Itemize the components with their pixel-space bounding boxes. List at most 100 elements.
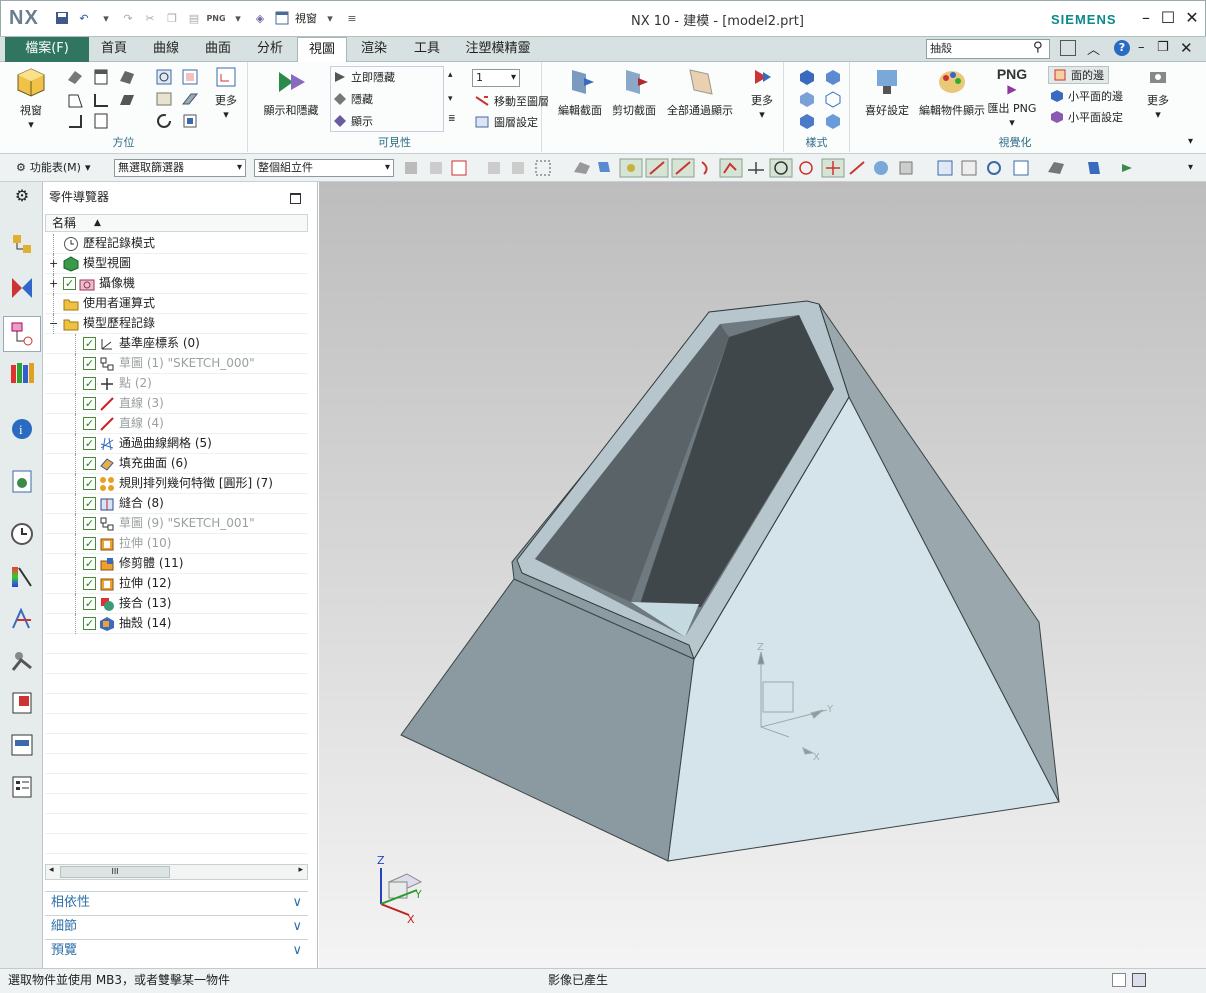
horizontal-scrollbar[interactable]: ◂ III ▸ bbox=[45, 864, 308, 880]
tree-row[interactable]: ✓ 直線 (4) bbox=[45, 414, 308, 434]
roles-icon[interactable] bbox=[9, 648, 35, 674]
orient-more-button[interactable]: 更多 ▾ bbox=[204, 66, 248, 121]
tree-row[interactable]: + 模型視圖 bbox=[45, 254, 308, 274]
tree-row[interactable]: ✓ 直線 (3) bbox=[45, 394, 308, 414]
show-item[interactable]: 顯示 bbox=[333, 112, 373, 130]
clip-section-button[interactable]: 剪切截面 bbox=[608, 66, 660, 118]
system-scene-icon[interactable] bbox=[9, 732, 35, 758]
collapse-ribbon-icon[interactable]: ︿ bbox=[1087, 39, 1100, 58]
menu-button[interactable]: ⚙ 功能表(M) ▾ bbox=[16, 159, 90, 175]
visualize-more-button[interactable]: 更多 ▾ bbox=[1138, 66, 1178, 121]
tree-row[interactable]: ✓ 草圖 (1) "SKETCH_000" bbox=[45, 354, 308, 374]
scroll-left-icon[interactable]: ◂ bbox=[49, 865, 54, 875]
navigator-maximize-icon[interactable] bbox=[290, 193, 301, 204]
tree-row[interactable]: ✓ 草圖 (9) "SKETCH_001" bbox=[45, 514, 308, 534]
orient-left-icon[interactable] bbox=[92, 91, 110, 109]
visibility-checkbox[interactable]: ✓ bbox=[83, 537, 96, 550]
tree-row[interactable]: ✓ 拉伸 (10) bbox=[45, 534, 308, 554]
doc-close-icon[interactable]: ✕ bbox=[1180, 39, 1193, 57]
orient-back-icon[interactable] bbox=[92, 112, 110, 130]
tree-row[interactable]: ✓ 接合 (13) bbox=[45, 594, 308, 614]
png-export-icon[interactable]: PNG bbox=[206, 9, 225, 27]
tab-render[interactable]: 渲染 bbox=[352, 37, 396, 62]
pan-icon[interactable] bbox=[155, 90, 173, 108]
wireframe-icon[interactable] bbox=[798, 90, 816, 108]
window-icon[interactable] bbox=[273, 9, 291, 27]
tree-row[interactable]: ✓ 修剪體 (11) bbox=[45, 554, 308, 574]
name-column-header[interactable]: 名稱 ▲ bbox=[45, 214, 308, 232]
tab-view[interactable]: 視圖 bbox=[297, 37, 347, 63]
tree-row[interactable]: ✓ 通過曲線網格 (5) bbox=[45, 434, 308, 454]
expand-toggle-icon[interactable]: + bbox=[49, 274, 58, 293]
edit-object-display-button[interactable]: 編輯物件顯示 bbox=[916, 66, 988, 118]
orient-bottom-icon[interactable] bbox=[66, 112, 84, 130]
tab-curve[interactable]: 曲線 bbox=[144, 37, 188, 62]
status-selection-icon[interactable] bbox=[1112, 973, 1126, 987]
zoom-icon[interactable] bbox=[181, 90, 199, 108]
save-icon[interactable] bbox=[53, 9, 71, 27]
info-icon[interactable]: i bbox=[9, 414, 35, 440]
visibility-checkbox[interactable]: ✓ bbox=[83, 437, 96, 450]
type-filter-select[interactable]: 無選取篩選器 bbox=[114, 159, 246, 177]
toolbar-options-icon[interactable]: ▾ bbox=[1188, 162, 1193, 173]
move-to-layer-button[interactable]: 移動至圖層 bbox=[474, 92, 549, 110]
part-navigator-tab[interactable] bbox=[3, 316, 41, 352]
face-edges-toggle[interactable]: 面的邊 bbox=[1048, 66, 1109, 84]
undo-dropdown-icon[interactable]: ▾ bbox=[97, 9, 115, 27]
orient-right-icon[interactable] bbox=[118, 91, 136, 109]
full-screen-icon[interactable] bbox=[1060, 40, 1076, 56]
qat-dropdown-icon[interactable]: ▾ bbox=[229, 9, 247, 27]
preferences-button[interactable]: 喜好設定 bbox=[858, 66, 916, 118]
customize-qat-icon[interactable]: ≡ bbox=[343, 9, 361, 27]
history-palette-icon[interactable] bbox=[9, 690, 35, 716]
view-button[interactable]: 視窗 ▾ bbox=[4, 66, 58, 131]
tree-row[interactable]: + ✓ 攝像機 bbox=[45, 274, 308, 294]
details-panel[interactable]: ∨ 細節 bbox=[45, 915, 308, 937]
constraint-navigator-icon[interactable] bbox=[9, 275, 35, 301]
layer-settings-button[interactable]: 圖層設定 bbox=[474, 113, 538, 131]
close-icon[interactable]: ✕ bbox=[1181, 7, 1203, 29]
tree-row[interactable]: − 模型歷程記錄 bbox=[45, 314, 308, 334]
visibility-checkbox[interactable]: ✓ bbox=[83, 617, 96, 630]
visibility-checkbox[interactable]: ✓ bbox=[83, 517, 96, 530]
status-full-screen-icon[interactable] bbox=[1132, 973, 1146, 987]
facet-edges-toggle[interactable]: 小平面的邊 bbox=[1050, 87, 1123, 105]
settings-gear-icon[interactable]: ⚙ bbox=[9, 186, 35, 212]
tree-row[interactable]: ✓ 縫合 (8) bbox=[45, 494, 308, 514]
list-scroll-down-icon[interactable]: ▾ bbox=[448, 94, 453, 104]
studio-icon[interactable] bbox=[798, 112, 816, 130]
rotate-icon[interactable] bbox=[155, 112, 173, 130]
tree-row[interactable]: 歷程記錄模式 bbox=[45, 234, 308, 254]
scroll-thumb[interactable]: III bbox=[60, 866, 170, 878]
visibility-checkbox[interactable]: ✓ bbox=[83, 377, 96, 390]
system-materials-icon[interactable] bbox=[9, 564, 35, 590]
edit-section-button[interactable]: 編輯截面 bbox=[554, 66, 606, 118]
undo-icon[interactable]: ↶ bbox=[75, 9, 93, 27]
zoom-window-icon[interactable] bbox=[181, 68, 199, 86]
visibility-checkbox[interactable]: ✓ bbox=[83, 457, 96, 470]
orient-front-icon[interactable] bbox=[92, 68, 110, 86]
show-all-through-button[interactable]: 全部通過顯示 bbox=[664, 66, 736, 118]
view-dropdown-icon[interactable]: ▾ bbox=[28, 118, 34, 131]
visibility-checkbox[interactable]: ✓ bbox=[83, 477, 96, 490]
tree-row[interactable]: ✓ 拉伸 (12) bbox=[45, 574, 308, 594]
selection-scope-select[interactable]: 整個組立件 bbox=[254, 159, 394, 177]
expand-toggle-icon[interactable]: − bbox=[49, 314, 58, 333]
command-search-input[interactable]: 抽殼 bbox=[926, 39, 1050, 59]
fit-icon[interactable] bbox=[155, 68, 173, 86]
tree-row[interactable]: ✓ 抽殼 (14) bbox=[45, 614, 308, 634]
orient-isometric-icon[interactable] bbox=[66, 68, 84, 86]
visibility-checkbox[interactable]: ✓ bbox=[83, 557, 96, 570]
expand-toggle-icon[interactable]: + bbox=[49, 254, 58, 273]
visibility-checkbox[interactable]: ✓ bbox=[83, 357, 96, 370]
visibility-checkbox[interactable]: ✓ bbox=[83, 597, 96, 610]
minimize-icon[interactable]: – bbox=[1135, 7, 1157, 29]
reuse-library-icon[interactable] bbox=[9, 360, 35, 386]
assembly-navigator-icon[interactable] bbox=[9, 232, 35, 258]
dependencies-panel[interactable]: ∨ 相依性 bbox=[45, 891, 308, 913]
graphics-window[interactable]: Z Y X Z Y X bbox=[319, 182, 1206, 968]
maximize-icon[interactable]: ☐ bbox=[1157, 7, 1179, 29]
ribbon-options-icon[interactable]: ▾ bbox=[1188, 136, 1193, 147]
help-icon[interactable]: ? bbox=[1114, 40, 1130, 56]
list-scroll-up-icon[interactable]: ▴ bbox=[448, 70, 453, 80]
